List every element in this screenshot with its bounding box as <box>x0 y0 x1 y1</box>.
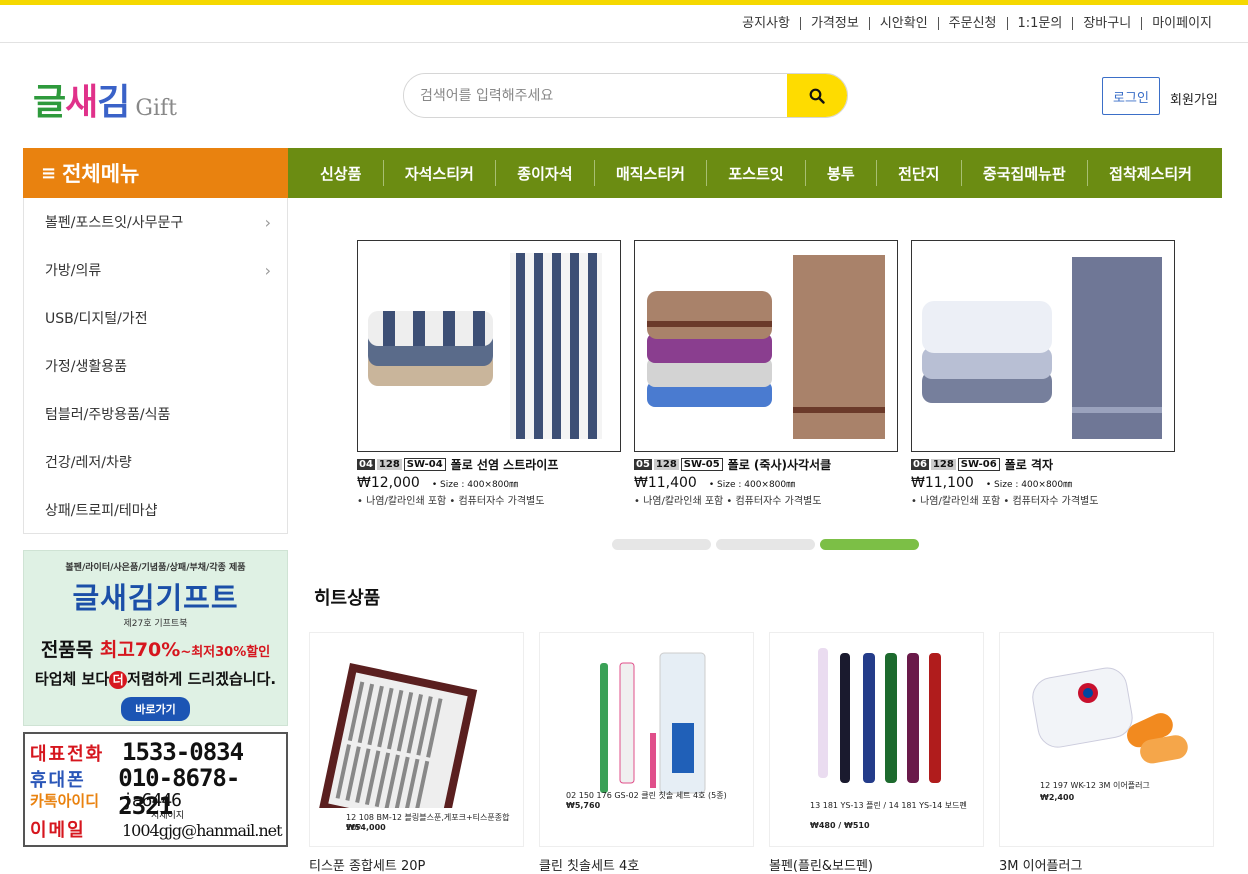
slider-dot[interactable] <box>716 539 815 550</box>
category-item[interactable]: 가방/의류 › <box>24 246 287 294</box>
category-item[interactable]: 건강/레저/차량 <box>24 438 287 486</box>
go-button[interactable]: 바로가기 <box>121 697 190 721</box>
util-proof-check[interactable]: 시안확인 <box>868 17 938 30</box>
hit-product-card[interactable]: 12 108 BM-12 블링블스푼,게포크+티스푼종합 20P ₩54,000 <box>309 632 524 847</box>
hamburger-icon: ≡ <box>41 162 57 184</box>
hit-product-card[interactable]: 13 181 YS-13 플린 / 14 181 YS-14 보드펜 ₩480 … <box>769 632 984 847</box>
nav-item[interactable]: 포스트잇 <box>728 163 783 184</box>
product-image-spoon-set <box>318 663 478 837</box>
contact-banner: 대표전화 1533-0834 휴대폰 010-8678-2321 카톡아이디 ja64… <box>23 732 288 847</box>
util-notice[interactable]: 공지사항 <box>732 17 800 30</box>
category-item[interactable]: 텀블러/주방용품/식품 <box>24 390 287 438</box>
chevron-right-icon: › <box>264 212 271 232</box>
main-nav: ≡ 전체메뉴 신상품 자석스티커 종이자석 매직스티커 포스트잇 봉투 전단지 중… <box>23 148 1222 198</box>
product-image-pens <box>818 648 941 783</box>
slider-card[interactable]: 05 128 SW-05 폴로 (죽사)사각서클 ₩11,400 • Size : 40… <box>634 240 898 507</box>
category-item[interactable]: USB/디지털/가전 <box>24 294 287 342</box>
nav-item[interactable]: 봉투 <box>827 163 855 184</box>
utility-links: 공지사항 가격정보 시안확인 주문신청 1:1문의 장바구니 마이페이지 <box>0 5 1248 43</box>
product-image-toothbrush-set <box>600 652 706 794</box>
search-bar <box>403 73 848 118</box>
hit-product-card[interactable]: 02 150 176 GS-02 클린 칫솔 세트 4호 (5종) ₩5,760 <box>539 632 754 847</box>
util-mypage[interactable]: 마이페이지 <box>1141 17 1222 30</box>
product-image-towel <box>634 240 898 452</box>
search-button[interactable] <box>787 74 847 117</box>
nav-item[interactable]: 접착제스티커 <box>1109 163 1192 184</box>
util-order[interactable]: 주문신청 <box>937 17 1007 30</box>
product-image-towel <box>357 240 621 452</box>
product-image-towel <box>911 240 1175 452</box>
category-item[interactable]: 상패/트로피/테마샵 <box>24 486 287 534</box>
all-menu-button[interactable]: ≡ 전체메뉴 <box>23 148 288 198</box>
util-cart[interactable]: 장바구니 <box>1072 17 1141 30</box>
category-item[interactable]: 가정/생활용품 <box>24 342 287 390</box>
util-price-info[interactable]: 가격정보 <box>799 17 869 30</box>
join-link[interactable]: 회원가입 <box>1170 89 1218 108</box>
search-icon <box>809 88 825 104</box>
slider-dot[interactable] <box>612 539 711 550</box>
util-inquiry[interactable]: 1:1문의 <box>1006 17 1073 30</box>
product-image-earplugs <box>1032 667 1188 764</box>
site-logo[interactable]: 글새김 Gift <box>33 73 177 125</box>
slider-dot-active[interactable] <box>820 539 919 550</box>
catalog-banner[interactable]: 볼펜/라이터/사은품/기념품/상패/부채/각종 제품 글새김기프트 제27호 기… <box>23 550 288 726</box>
category-list: 볼펜/포스트잇/사무문구 › 가방/의류 › USB/디지털/가전 가정/생활용품 … <box>23 198 288 534</box>
nav-item[interactable]: 전단지 <box>898 163 939 184</box>
product-slider: 04 128 SW-04 폴로 선염 스트라이프 ₩12,000 • Size : 40… <box>308 203 1223 527</box>
category-item[interactable]: 볼펜/포스트잇/사무문구 › <box>24 198 287 246</box>
nav-item[interactable]: 종이자석 <box>517 163 572 184</box>
chevron-right-icon: › <box>264 260 271 280</box>
login-button[interactable]: 로그인 <box>1102 77 1160 115</box>
nav-item[interactable]: 중국집메뉴판 <box>983 163 1066 184</box>
menu-bar: 신상품 자석스티커 종이자석 매직스티커 포스트잇 봉투 전단지 중국집메뉴판 … <box>288 148 1222 198</box>
nav-item[interactable]: 신상품 <box>320 163 361 184</box>
nav-item[interactable]: 매직스티커 <box>616 163 685 184</box>
slider-card[interactable]: 06 128 SW-06 폴로 격자 ₩11,100 • Size : 400×800㎜… <box>911 240 1175 507</box>
hit-product-card[interactable]: 12 197 WK-12 3M 이어플러그 ₩2,400 <box>999 632 1214 847</box>
site-header: 글새김 Gift 로그인 회원가입 <box>0 43 1248 148</box>
search-input[interactable] <box>404 74 787 117</box>
slider-card[interactable]: 04 128 SW-04 폴로 선염 스트라이프 ₩12,000 • Size : 40… <box>357 240 621 507</box>
slider-pagination <box>612 539 919 550</box>
section-title: 히트상품 <box>314 588 381 609</box>
nav-item[interactable]: 자석스티커 <box>405 163 474 184</box>
